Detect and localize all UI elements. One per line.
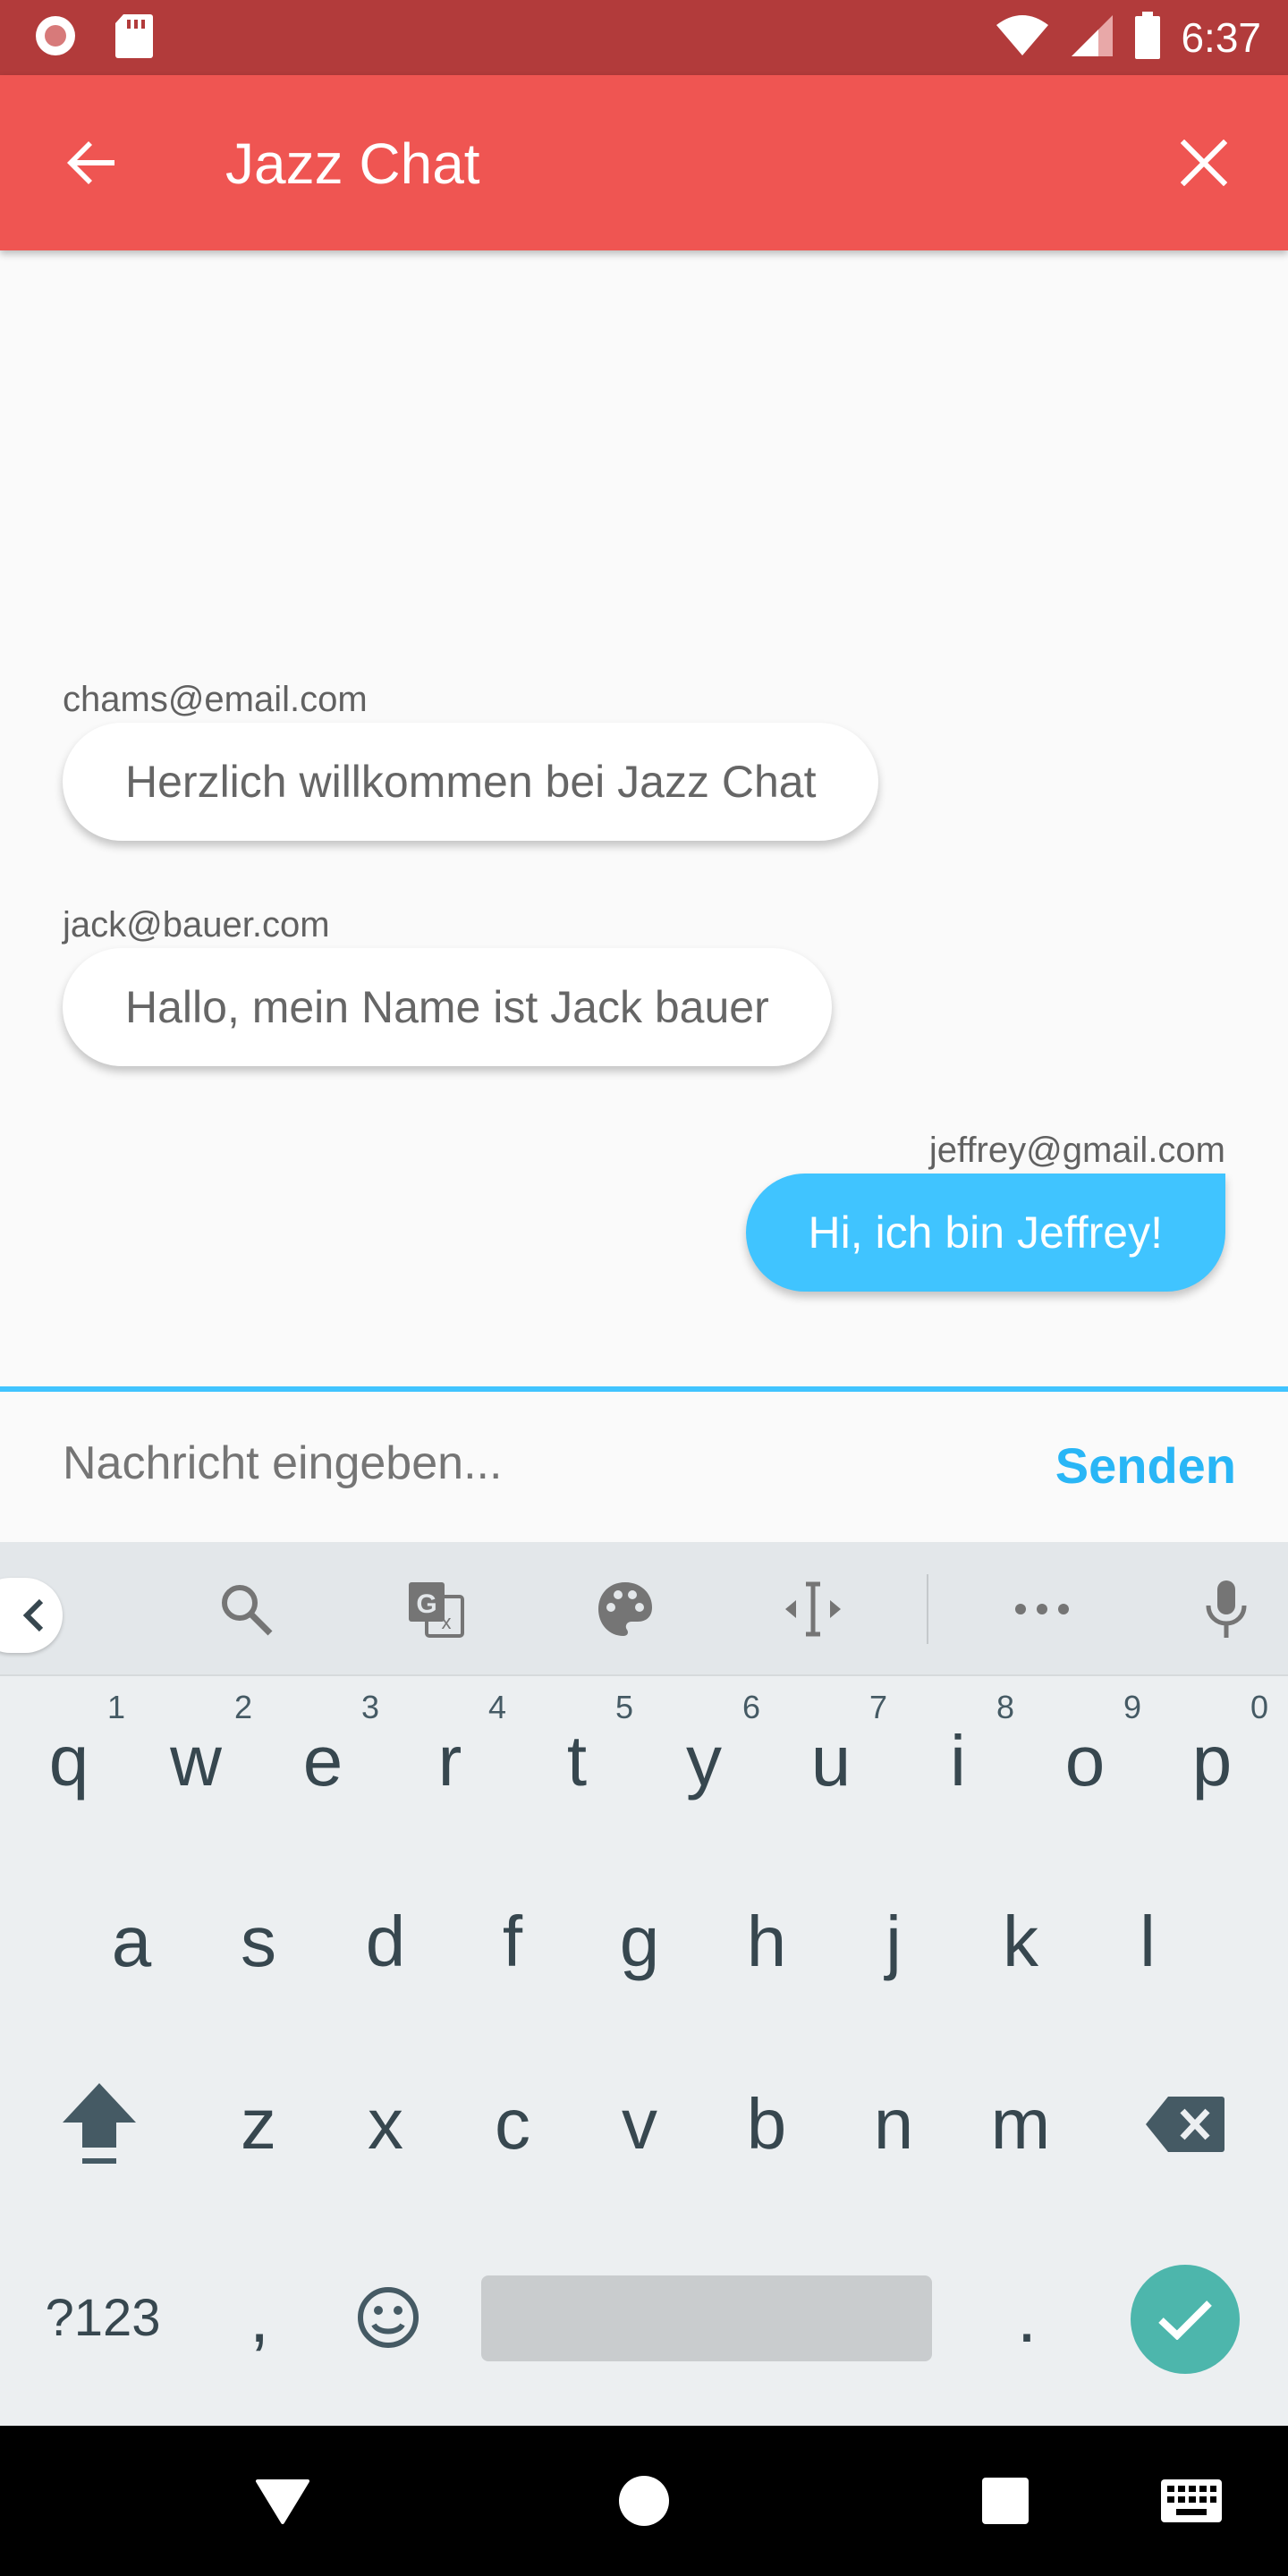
text-cursor-button[interactable] [780, 1576, 846, 1642]
status-bar: 6:37 [0, 0, 1288, 75]
space-key[interactable] [481, 2275, 932, 2361]
back-button[interactable] [54, 125, 129, 200]
voice-input-button[interactable] [1193, 1576, 1259, 1642]
emoji-key[interactable] [326, 2233, 451, 2402]
key-t[interactable]: t5 [513, 1676, 640, 1846]
emoji-icon [358, 2287, 419, 2348]
own-message-bubble[interactable]: Hi, ich bin Jeffrey! [745, 1174, 1225, 1292]
battery-icon [1134, 11, 1161, 64]
period-key[interactable]: . [964, 2233, 1089, 2402]
composer: Senden [0, 1392, 1288, 1542]
comma-key[interactable]: , [197, 2233, 322, 2402]
close-icon [1181, 140, 1227, 186]
collapse-toolbar-button[interactable] [0, 1578, 63, 1653]
search-button[interactable] [213, 1576, 279, 1642]
svg-text:G: G [416, 1589, 436, 1619]
key-b[interactable]: b [703, 2039, 830, 2209]
message-sender: chams@email.com [63, 680, 368, 719]
svg-text:x: x [442, 1611, 452, 1633]
key-l[interactable]: l [1084, 1857, 1211, 2027]
message-sender: jeffrey@gmail.com [928, 1131, 1225, 1170]
nav-back-icon [256, 2479, 309, 2524]
key-o[interactable]: o9 [1021, 1676, 1148, 1846]
key-r[interactable]: r4 [386, 1676, 513, 1846]
close-button[interactable] [1166, 125, 1241, 200]
check-icon [1158, 2301, 1212, 2340]
key-a[interactable]: a [68, 1857, 195, 2027]
microphone-icon [1206, 1580, 1247, 1638]
text-cursor-icon [785, 1581, 841, 1637]
keyboard-toolbar: Gx [0, 1542, 1288, 1676]
backspace-icon [1146, 2097, 1224, 2152]
nav-home-icon [619, 2476, 669, 2526]
sd-card-icon [114, 13, 154, 64]
message-input[interactable] [63, 1436, 1002, 1490]
toolbar-separator [927, 1574, 928, 1644]
palette-icon [598, 1582, 652, 1636]
key-y[interactable]: y6 [640, 1676, 767, 1846]
key-p[interactable]: p0 [1148, 1676, 1275, 1846]
key-v[interactable]: v [576, 2039, 703, 2209]
key-m[interactable]: m [957, 2039, 1084, 2209]
soft-keyboard: Gx q1 w2 e3 r4 t5 y6 u7 i8 o9 p0 a s d f… [0, 1542, 1288, 2426]
nav-recents-button[interactable] [970, 2465, 1041, 2537]
send-button[interactable]: Senden [1055, 1436, 1236, 1495]
arrow-back-icon [67, 141, 114, 184]
nav-home-button[interactable] [608, 2465, 680, 2537]
message-sender: jack@bauer.com [63, 905, 330, 945]
chevron-left-icon [22, 1598, 44, 1632]
key-j[interactable]: j [830, 1857, 957, 2027]
symbols-key[interactable]: ?123 [36, 2233, 170, 2402]
key-h[interactable]: h [703, 1857, 830, 2027]
nav-recents-icon [982, 2478, 1029, 2524]
shift-key[interactable] [36, 2039, 163, 2209]
keyboard-icon [1161, 2479, 1222, 2522]
message-list[interactable]: chams@email.com Herzlich willkommen bei … [0, 250, 1288, 1386]
backspace-key[interactable] [1122, 2039, 1249, 2209]
shift-icon [63, 2083, 136, 2164]
message-bubble[interactable]: Herzlich willkommen bei Jazz Chat [63, 723, 879, 841]
key-k[interactable]: k [957, 1857, 1084, 2027]
key-c[interactable]: c [449, 2039, 576, 2209]
wifi-icon [995, 14, 1050, 62]
navigation-bar [0, 2426, 1288, 2576]
record-icon [32, 13, 79, 64]
keyboard-switch-button[interactable] [1157, 2465, 1225, 2537]
key-n[interactable]: n [830, 2039, 957, 2209]
nav-back-button[interactable] [247, 2465, 318, 2537]
search-icon [222, 1585, 273, 1636]
key-e[interactable]: e3 [259, 1676, 386, 1846]
key-i[interactable]: i8 [894, 1676, 1021, 1846]
translate-icon: Gx [409, 1582, 464, 1638]
key-d[interactable]: d [322, 1857, 449, 2027]
more-button[interactable] [1009, 1576, 1075, 1642]
key-x[interactable]: x [322, 2039, 449, 2209]
more-horizontal-icon [1015, 1604, 1069, 1614]
key-g[interactable]: g [576, 1857, 703, 2027]
status-time: 6:37 [1181, 14, 1261, 61]
key-q[interactable]: q1 [5, 1676, 132, 1846]
page-title: Jazz Chat [225, 131, 480, 196]
key-s[interactable]: s [195, 1857, 322, 2027]
key-f[interactable]: f [449, 1857, 576, 2027]
message-bubble[interactable]: Hallo, mein Name ist Jack bauer [63, 948, 832, 1066]
key-u[interactable]: u7 [767, 1676, 894, 1846]
app-bar: Jazz Chat [0, 75, 1288, 250]
signal-icon [1070, 13, 1114, 63]
translate-button[interactable]: Gx [402, 1576, 469, 1642]
key-w[interactable]: w2 [132, 1676, 259, 1846]
theme-button[interactable] [592, 1576, 658, 1642]
enter-key[interactable] [1131, 2265, 1240, 2374]
key-z[interactable]: z [195, 2039, 322, 2209]
